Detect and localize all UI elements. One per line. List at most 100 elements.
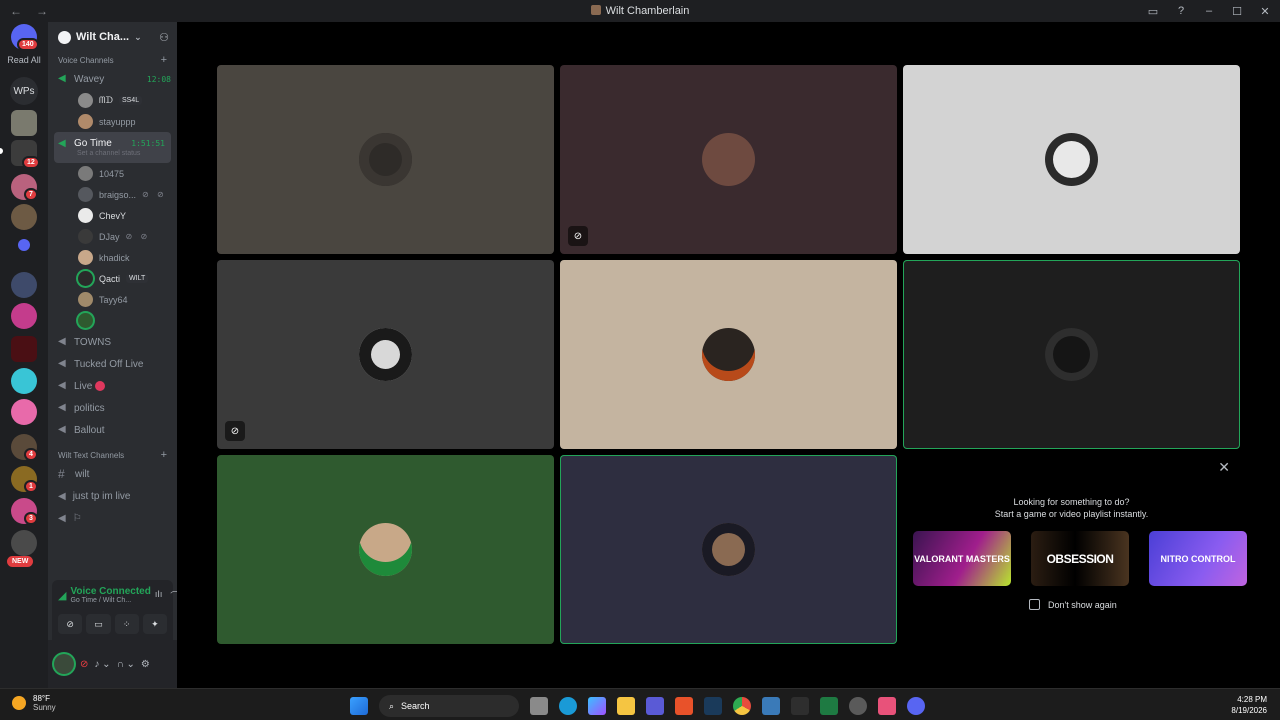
back-arrow-icon[interactable]: ← (10, 4, 22, 18)
video-tile[interactable] (903, 65, 1240, 254)
channel-name: TOWNS (74, 336, 112, 348)
server-icon-9[interactable] (11, 399, 37, 425)
help-icon[interactable]: ? (1172, 5, 1190, 17)
task-view-icon[interactable] (530, 697, 548, 715)
folder-icon[interactable] (18, 239, 30, 251)
channel-sidebar: Wilt Cha... ⌄ ⚇ Voice Channels + ◀ Wavey… (48, 22, 179, 688)
server-icon-7[interactable] (11, 336, 37, 362)
voice-member[interactable]: braigso... ⊘ ⊘ (48, 184, 177, 205)
voice-member[interactable]: DJay ⊘ ⊘ (48, 226, 177, 247)
logitech-icon[interactable] (791, 697, 809, 715)
add-member-icon[interactable]: ⚇ (159, 31, 169, 44)
server-icon-5[interactable] (11, 272, 37, 298)
channel-timer: 1:51:51 (131, 139, 165, 148)
avatar (78, 313, 93, 328)
signal-icon[interactable]: ◢ (58, 589, 66, 602)
windows-start-icon[interactable] (350, 697, 368, 715)
avatar[interactable] (54, 654, 74, 674)
voice-channel[interactable]: ◀ Live (48, 375, 177, 397)
voice-member[interactable]: Tayy64 (48, 289, 177, 310)
headphones-icon[interactable]: ∩ ⌄ (117, 659, 135, 670)
member-name: 10475 (99, 168, 125, 179)
close-icon[interactable]: ✕ (1218, 459, 1230, 476)
activity-card-obsession[interactable]: OBSESSION (1031, 531, 1129, 586)
text-channel[interactable]: ◀ just tp im live (48, 485, 177, 507)
text-channel[interactable]: ◀ ⚐ (48, 507, 177, 529)
photos-icon[interactable] (762, 697, 780, 715)
read-all-button[interactable]: Read All (0, 55, 48, 65)
video-tile[interactable] (217, 65, 554, 254)
text-channel[interactable]: # wilt (48, 463, 177, 485)
excel-icon[interactable] (820, 697, 838, 715)
video-tile[interactable] (560, 260, 897, 449)
noise-suppression-icon[interactable]: ıIı (155, 589, 163, 602)
activity-card-valorant[interactable]: VALORANT MASTERS (913, 531, 1011, 586)
steam-icon[interactable] (704, 697, 722, 715)
voice-channel[interactable]: ◀ Tucked Off Live (48, 353, 177, 375)
inbox-icon[interactable]: ▭ (1144, 5, 1162, 18)
camera-off-icon[interactable]: ⊘ (80, 659, 88, 670)
activities-button[interactable]: ⁘ (114, 614, 139, 634)
video-tile[interactable]: ⊘ (217, 260, 554, 449)
server-icon-13[interactable] (11, 530, 37, 556)
maximize-button[interactable]: ☐ (1228, 5, 1246, 18)
activity-card-nitro[interactable]: NITRO CONTROL (1149, 531, 1247, 586)
voice-channel-wavey[interactable]: ◀ Wavey 12:08 (48, 68, 177, 90)
microphone-icon[interactable]: ♪ ⌄ (94, 659, 110, 670)
folder-wps[interactable]: WPs (10, 77, 38, 105)
create-channel-icon[interactable]: + (161, 449, 167, 461)
server-header[interactable]: Wilt Cha... ⌄ ⚇ (48, 22, 177, 52)
video-tile[interactable]: ⊘ (560, 65, 897, 254)
server-name: Wilt Cha... (76, 31, 130, 43)
settings-icon[interactable]: ⚙ (141, 659, 150, 670)
close-window-button[interactable]: ✕ (1256, 5, 1274, 18)
server-icon-1[interactable] (11, 110, 37, 136)
file-explorer-icon[interactable] (617, 697, 635, 715)
voice-channel[interactable]: ◀ TOWNS (48, 331, 177, 353)
soundboard-button[interactable]: ✦ (142, 614, 167, 634)
voice-member[interactable]: khadick (48, 247, 177, 268)
voice-member[interactable]: stayuppp (48, 111, 177, 132)
video-tile[interactable] (560, 455, 897, 644)
discord-taskbar-icon[interactable] (907, 697, 925, 715)
voice-channel-go-time[interactable]: ◀ Go Time 1:51:51 Set a channel status (54, 132, 171, 163)
voice-location[interactable]: Go Time / Wilt Ch... (70, 597, 150, 604)
chrome-icon[interactable] (733, 697, 751, 715)
voice-member[interactable]: Qacti WILT (48, 268, 177, 289)
weather-widget[interactable]: 88°F Sunny (12, 694, 56, 712)
server-icon-4[interactable] (11, 204, 37, 230)
github-icon[interactable] (849, 697, 867, 715)
create-channel-icon[interactable]: + (161, 54, 167, 66)
voice-channel[interactable]: ◀ Ballout (48, 419, 177, 441)
taskbar-search[interactable]: ⌕ Search (379, 695, 519, 717)
weather-condition: Sunny (33, 703, 56, 712)
hash-icon: # (58, 467, 65, 481)
forward-arrow-icon[interactable]: → (36, 4, 48, 18)
checkbox[interactable] (1029, 599, 1040, 610)
edge-icon[interactable] (559, 697, 577, 715)
window-title: Wilt Chamberlain (0, 5, 1280, 17)
video-tile[interactable] (217, 455, 554, 644)
voice-member[interactable]: 10475 (48, 163, 177, 184)
minimize-button[interactable]: – (1200, 5, 1218, 17)
avatar (1045, 328, 1098, 381)
screen-share-button[interactable]: ▭ (86, 614, 111, 634)
voice-channel[interactable]: ◀ politics (48, 397, 177, 419)
brave-icon[interactable] (675, 697, 693, 715)
voice-member[interactable]: ᗰᗪ SS4L (48, 90, 177, 111)
copilot-icon[interactable] (588, 697, 606, 715)
dont-show-again[interactable]: Don't show again (1029, 599, 1117, 610)
voice-member[interactable]: ChevY (48, 205, 177, 226)
app-icon[interactable] (878, 697, 896, 715)
server-icon-6[interactable] (11, 303, 37, 329)
voice-status: Voice Connected (70, 586, 151, 597)
system-clock[interactable]: 4:28 PM 8/19/2026 (1231, 694, 1267, 716)
server-icon-8[interactable] (11, 368, 37, 394)
teams-icon[interactable] (646, 697, 664, 715)
camera-toggle-button[interactable]: ⊘ (58, 614, 83, 634)
voice-category[interactable]: Voice Channels + (48, 52, 177, 68)
channel-status[interactable]: Set a channel status (58, 150, 165, 157)
video-tile[interactable] (903, 260, 1240, 449)
voice-member[interactable] (48, 310, 177, 331)
text-category[interactable]: Wilt Text Channels + (48, 447, 177, 463)
